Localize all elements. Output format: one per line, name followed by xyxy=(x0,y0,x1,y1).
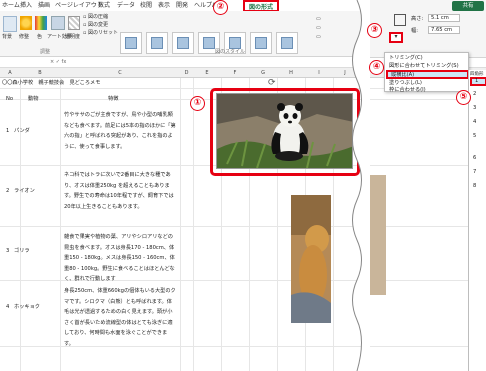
change-picture-item[interactable]: ▫ 図の変更 xyxy=(83,22,108,29)
tab-home[interactable]: ホーム xyxy=(2,0,20,11)
tab-data[interactable]: データ xyxy=(117,0,135,11)
picture-effects-item[interactable]: ▭ xyxy=(316,25,321,32)
lion-photo[interactable] xyxy=(291,195,331,323)
share-label: 共有 xyxy=(462,3,474,9)
submenu-item[interactable]: 7 xyxy=(473,167,476,177)
style-thumb[interactable] xyxy=(250,32,272,54)
corrections-icon[interactable] xyxy=(20,16,32,30)
row-no[interactable]: 3 xyxy=(6,246,9,257)
remove-background-label: 背景 xyxy=(2,34,13,40)
transparency-icon[interactable] xyxy=(68,16,80,30)
grid-line xyxy=(60,78,61,371)
color-label: 色 xyxy=(37,34,43,40)
header-animal[interactable]: 動物 xyxy=(28,94,38,105)
submenu-item[interactable]: 8 xyxy=(473,181,476,191)
height-input[interactable]: 5.1 cm xyxy=(428,14,460,22)
tab-review[interactable]: 校閲 xyxy=(140,0,152,11)
tab-help[interactable]: ヘルプ xyxy=(194,0,212,11)
callout-4: ④ xyxy=(369,60,384,75)
compress-pictures-item[interactable]: ▫ 図の圧縮 xyxy=(83,14,108,21)
col-header[interactable]: A xyxy=(0,68,20,78)
tab-formulas[interactable]: 数式 xyxy=(98,0,110,11)
rotate-handle-icon[interactable]: ⟳ xyxy=(268,78,276,88)
submenu-item[interactable]: 6 xyxy=(473,153,476,163)
tab-insert[interactable]: 挿入 xyxy=(20,0,32,11)
tab-view[interactable]: 表示 xyxy=(158,0,170,11)
col-header[interactable]: C xyxy=(60,68,180,78)
header-no[interactable]: No xyxy=(6,94,13,105)
col-header[interactable]: B xyxy=(20,68,60,78)
submenu-item[interactable]: 5 xyxy=(473,131,476,141)
callout-3: ③ xyxy=(367,23,382,38)
col-header[interactable]: G xyxy=(249,68,277,78)
callout-5: ⑤ xyxy=(456,90,471,105)
corrections-label: 修整 xyxy=(19,34,30,40)
header-feature[interactable]: 特徴 xyxy=(108,94,118,105)
style-thumb[interactable] xyxy=(276,32,298,54)
col-header[interactable]: E xyxy=(193,68,221,78)
col-header[interactable]: D xyxy=(180,68,193,78)
screenshot: ホーム 挿入 描画 ページレイアウト 数式 データ 校閲 表示 開発 ヘルプ A… xyxy=(0,0,486,371)
row-animal[interactable]: パンダ xyxy=(14,126,30,137)
tab-developer[interactable]: 開発 xyxy=(176,0,188,11)
crop-dropdown-button[interactable]: ▾ xyxy=(389,32,403,43)
row-animal[interactable]: ライオン xyxy=(14,186,35,197)
row-feature[interactable]: 雑食で果実や植物の葉、アリやシロアリなどの昆虫を食べます。オスは身長170 - … xyxy=(64,232,176,285)
reset-picture-item[interactable]: ▫ 図のリセット xyxy=(83,30,118,37)
row-animal[interactable]: ホッキョク xyxy=(14,302,40,313)
crop-icon[interactable] xyxy=(394,14,406,26)
remove-background-icon[interactable] xyxy=(3,16,17,32)
picture-border-item[interactable]: ▭ xyxy=(316,16,321,23)
picture-styles-label: 図のスタイル xyxy=(215,49,246,55)
row-no[interactable]: 1 xyxy=(6,126,9,137)
width-label: 幅: xyxy=(411,28,418,34)
tab-page-layout[interactable]: ページレイアウト xyxy=(55,0,103,11)
grid-line xyxy=(0,226,486,227)
grid-line xyxy=(20,78,21,371)
wavy-divider xyxy=(352,0,370,371)
row-feature[interactable]: 竹やササのごが主食ですが、鳥や小型の哺乳類なども食べます。前足には5本の指のほか… xyxy=(64,110,176,152)
picture-layout-item[interactable]: ▭ xyxy=(316,34,321,41)
submenu-item[interactable]: 3 xyxy=(473,103,476,113)
color-icon[interactable] xyxy=(35,16,47,30)
artistic-effects-icon[interactable] xyxy=(51,16,65,30)
height-label: 高さ: xyxy=(411,16,424,22)
style-thumb[interactable] xyxy=(146,32,168,54)
sheet-title[interactable]: 〇〇森小学校 親子競技会 見どころメモ xyxy=(2,78,100,89)
grid-line xyxy=(193,78,194,371)
submenu-item[interactable]: 2 xyxy=(473,89,476,99)
col-header[interactable]: F xyxy=(221,68,249,78)
callout-1: ① xyxy=(190,96,205,111)
selection-highlight xyxy=(210,88,360,176)
callout-2: ② xyxy=(213,0,228,15)
fx-icon: × ✓ fx xyxy=(50,59,67,65)
row-no[interactable]: 2 xyxy=(6,186,9,197)
transparency-label: 透明度 xyxy=(65,34,81,40)
menu-item-fit[interactable]: 枠に合わせる(I) xyxy=(389,85,426,95)
grid-line xyxy=(180,78,181,371)
crop-menu: トリミング(C) 図形に合わせてトリミング(S) 縦横比(A) 塗りつぶし(L)… xyxy=(384,52,469,95)
row-feature[interactable]: 身長250cm、体重660kgの個体もいる大型のクマです。シロクマ（白熊）とも呼… xyxy=(64,286,176,349)
width-input[interactable]: 7.65 cm xyxy=(428,26,460,34)
aspect-ratio-submenu: 四角形 1 2 3 4 5 6 7 8 xyxy=(468,70,486,371)
row-no[interactable]: 4 xyxy=(6,302,9,313)
adjust-group-label: 調整 xyxy=(40,49,51,55)
tab-draw[interactable]: 描画 xyxy=(38,0,50,11)
submenu-item[interactable]: 4 xyxy=(473,117,476,127)
col-header[interactable]: H xyxy=(277,68,305,78)
submenu-item-selected[interactable]: 1 xyxy=(470,77,486,86)
share-button[interactable]: 共有 xyxy=(452,1,484,11)
style-thumb[interactable] xyxy=(120,32,142,54)
lion-image xyxy=(291,195,331,323)
row-animal[interactable]: ゴリラ xyxy=(14,246,30,257)
row-feature[interactable]: ネコ科ではトラに次いで2番目に大きな種であり、オスは体重250kg を超えること… xyxy=(64,170,176,212)
style-thumb[interactable] xyxy=(172,32,194,54)
submenu-item-label: 1 xyxy=(475,78,479,84)
col-header[interactable]: I xyxy=(305,68,333,78)
